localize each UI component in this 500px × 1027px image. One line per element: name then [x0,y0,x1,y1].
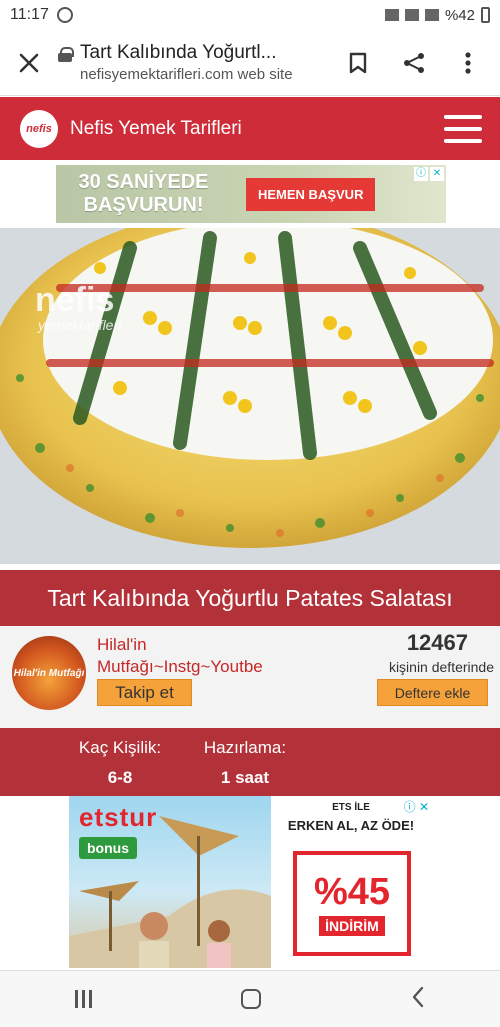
prep-time-block: Hazırlama: 1 saat [196,738,294,788]
battery-icon [481,7,490,23]
watermark-sub: yemektarifleri [37,317,122,333]
ad-apply-button[interactable]: HEMEN BAŞVUR [246,177,376,211]
site-logo[interactable]: nefis [20,109,58,148]
ad-bonus-badge: bonus [79,837,137,859]
lock-icon [58,47,74,62]
add-to-notebook-button[interactable]: Deftere ekle [377,679,488,706]
logo-text: nefis [26,122,52,135]
home-button[interactable] [241,989,262,1009]
ad-tagline: ERKEN AL, AZ ÖDE! [287,818,415,833]
wifi-icon [404,9,419,21]
saved-count-label: kişinin defterinde [388,659,494,675]
recipe-info-strip: Kaç Kişilik: 6-8 Hazırlama: 1 saat [0,728,500,796]
ad-close-icon[interactable]: ✕ [430,167,444,181]
discount-badge: %45 İNDİRİM [293,851,411,956]
close-icon [19,53,39,72]
recents-icon [81,990,85,1008]
close-tab-button[interactable] [0,30,58,96]
bookmark-icon [349,52,367,73]
menu-button[interactable] [444,114,482,143]
ad-offer: ETS İLE ERKEN AL, AZ ÖDE! %45 İNDİRİM ⓘ … [271,796,431,968]
status-bar: 11:17 %42 [0,0,500,30]
status-time: 11:17 [10,6,49,23]
menu-icon-bar [444,138,482,143]
page-title: Tart Kalıbında Yoğurtl... [80,42,277,63]
prep-time-label: Hazırlama: [203,738,287,757]
recents-icon [88,990,92,1008]
ad-banner-top[interactable]: 30 SANİYEDE BAŞVURUN! HEMEN BAŞVUR ⓘ ✕ [56,165,446,223]
follow-button[interactable]: Takip et [97,679,192,706]
more-vert-icon [465,51,471,74]
site-header: nefis Nefis Yemek Tarifleri [0,97,500,160]
recipe-title: Tart Kalıbında Yoğurtlu Patates Salatası [47,584,453,611]
address-area[interactable]: Tart Kalıbında Yoğurtl... nefisyemektari… [58,42,316,83]
signal-icon [424,9,439,21]
page-url: nefisyemektarifleri.com web site [80,66,293,83]
author-avatar[interactable]: Hilal'in Mutfağı [12,636,86,710]
avatar-text: Hilal'in Mutfağı [13,667,85,679]
servings-value: 6-8 [107,768,133,787]
saved-count: 12467 [406,630,468,655]
browser-toolbar: Tart Kalıbında Yoğurtl... nefisyemektari… [0,30,500,96]
ad-brand: etstur [79,802,158,832]
site-name[interactable]: Nefis Yemek Tarifleri [70,118,242,140]
back-button[interactable] [411,986,425,1012]
recipe-photo-illustration: nefis yemektarifleri [0,228,500,564]
author-name[interactable]: Hilal'in Mutfağı~Instg~Youtbe [97,634,307,678]
recipe-photo[interactable]: nefis yemektarifleri [0,228,500,564]
prep-time-value: 1 saat [220,768,270,787]
recents-button[interactable] [74,990,92,1008]
watermark-brand: nefis [35,281,114,319]
ad-photo: etstur bonus [69,796,271,968]
servings-block: Kaç Kişilik: 6-8 [72,738,168,788]
mute-icon [384,9,399,21]
discount-label: İNDİRİM [319,915,385,936]
recents-icon [74,990,78,1008]
share-icon [404,52,424,73]
discount-percent: %45 [313,870,391,913]
servings-label: Kaç Kişilik: [78,738,162,757]
recipe-title-bar: Tart Kalıbında Yoğurtlu Patates Salatası [0,570,500,626]
ad-banner-bottom[interactable]: etstur bonus ETS İLE ERKEN AL, AZ ÖDE! %… [69,796,431,968]
ad-choices-icon[interactable]: ⓘ [414,167,428,181]
ad-headline: 30 SANİYEDE BAŞVURUN! [78,171,209,216]
bookmark-button[interactable] [330,30,386,96]
battery-percent: %42 [444,6,475,24]
share-button[interactable] [386,30,442,96]
menu-icon-bar [444,126,482,131]
menu-icon-bar [444,114,482,119]
back-icon [412,986,424,1008]
system-nav-bar [0,970,500,1027]
more-options-button[interactable] [442,30,494,96]
ad-close-icon[interactable]: ⓘ ✕ [404,798,429,815]
whatsapp-icon [56,7,73,23]
author-section: Hilal'in Mutfağı Hilal'in Mutfağı~Instg~… [0,626,500,728]
